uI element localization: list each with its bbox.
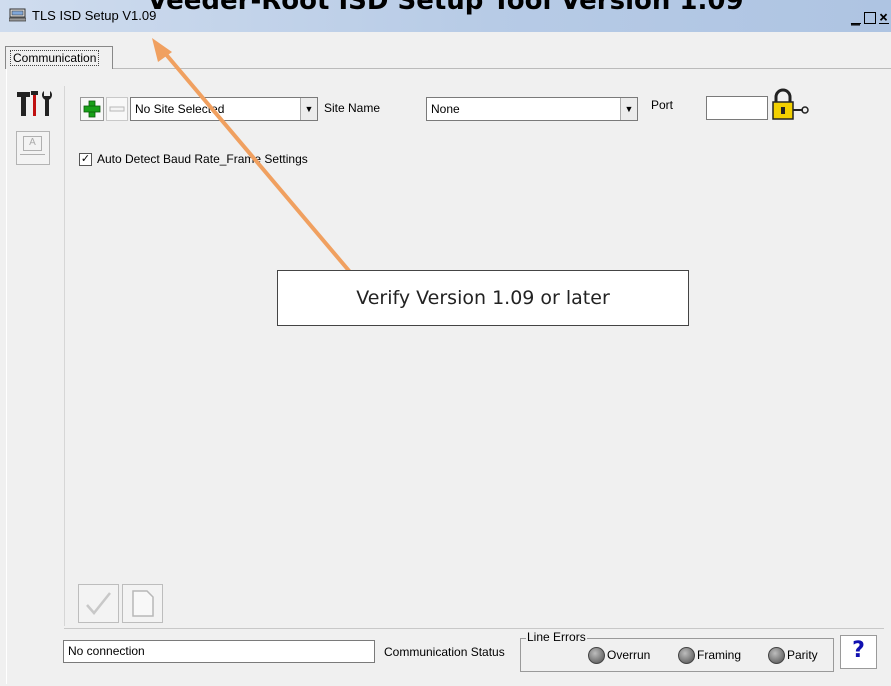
minimize-button[interactable]: _ (851, 8, 861, 26)
checkmark-icon (86, 592, 111, 615)
port-label: Port (651, 98, 674, 112)
auto-detect-label: Auto Detect Baud Rate_Frame Settings (97, 152, 308, 166)
plus-icon (83, 100, 101, 118)
communication-status-label: Communication Status (384, 645, 505, 659)
site-select-value: No Site Selected (135, 102, 225, 116)
site-name-label: Site Name (324, 101, 381, 115)
apply-button[interactable] (78, 584, 119, 623)
connection-status-field: No connection (63, 640, 375, 663)
parity-label: Parity (787, 648, 818, 662)
dropdown-arrow-icon[interactable]: ▼ (620, 98, 637, 120)
left-divider (64, 86, 65, 626)
help-icon[interactable]: ? (840, 635, 877, 669)
minus-icon (109, 106, 125, 112)
site-name-select[interactable]: None ▼ (426, 97, 638, 121)
site-select[interactable]: No Site Selected ▼ (130, 97, 318, 121)
a-button[interactable]: A (16, 131, 50, 165)
padlock-key-icon[interactable] (770, 88, 810, 122)
maximize-button[interactable] (863, 11, 876, 24)
framing-label: Framing (697, 648, 742, 662)
site-name-value: None (431, 102, 460, 116)
a-icon: A (23, 136, 42, 151)
document-heading: Veeder-Root ISD Setup Tool Version 1.09 (147, 0, 744, 16)
tools-icon[interactable] (14, 87, 56, 123)
add-site-button[interactable] (80, 97, 104, 121)
status-divider (64, 628, 884, 629)
remove-site-button[interactable] (106, 97, 128, 121)
connection-status-value: No connection (68, 644, 145, 658)
document-button[interactable] (122, 584, 163, 623)
line-errors-label: Line Errors (526, 630, 587, 644)
auto-detect-checkbox[interactable]: ✓ (79, 153, 92, 166)
overrun-label: Overrun (607, 648, 651, 662)
overrun-indicator-icon (588, 647, 605, 664)
annotation-callout: Verify Version 1.09 or later (277, 270, 689, 326)
port-input[interactable] (706, 96, 768, 120)
a-button-underline (20, 154, 45, 155)
close-button[interactable]: × (879, 8, 889, 26)
parity-indicator-icon (768, 647, 785, 664)
dropdown-arrow-icon[interactable]: ▼ (300, 98, 317, 120)
tab-communication[interactable]: Communication (5, 46, 113, 69)
tab-communication-label: Communication (10, 50, 100, 66)
window-controls: _ × (851, 8, 889, 26)
document-icon (132, 590, 154, 617)
framing-indicator-icon (678, 647, 695, 664)
